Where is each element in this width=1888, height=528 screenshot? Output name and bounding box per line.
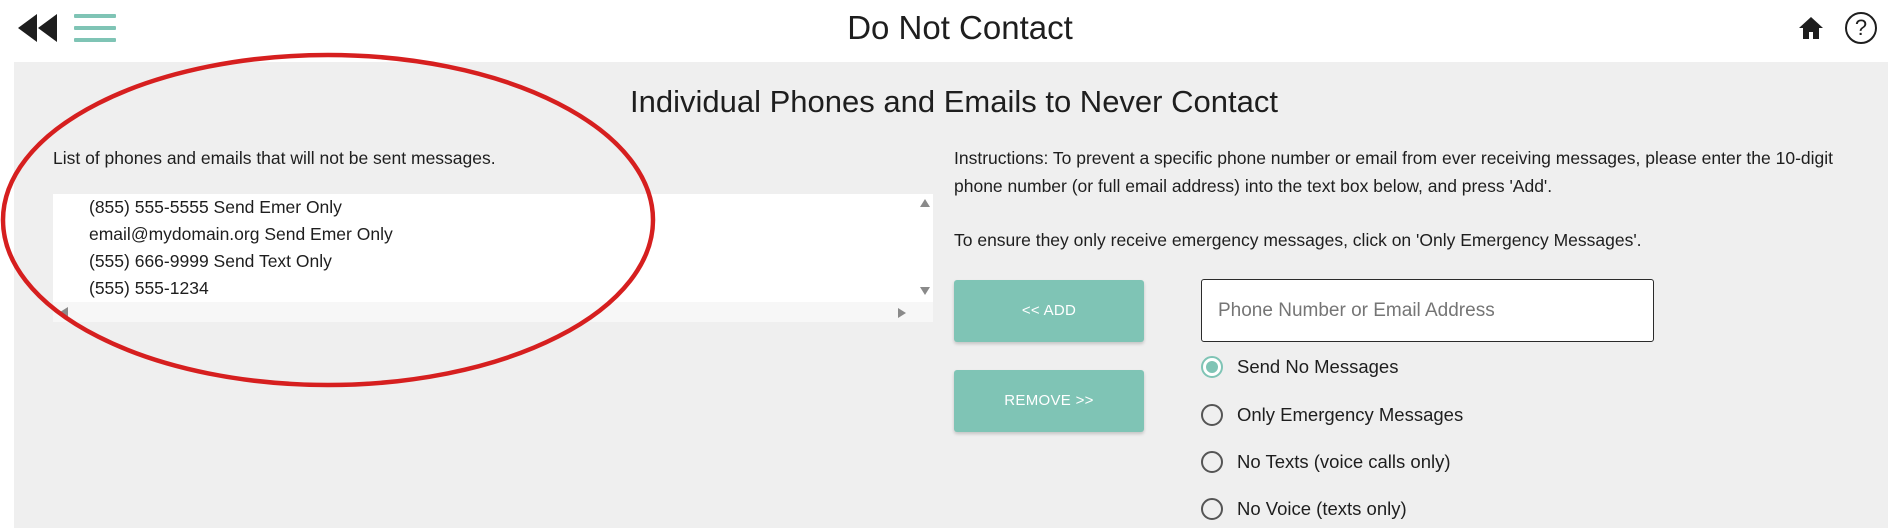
list-item[interactable]: (855) 555-5555 Send Emer Only	[89, 194, 393, 221]
add-button[interactable]: << ADD	[954, 280, 1144, 342]
option-label: Send No Messages	[1237, 356, 1399, 377]
horizontal-scrollbar[interactable]	[53, 302, 933, 322]
radio-button[interactable]	[1201, 498, 1223, 520]
option-label: No Voice (texts only)	[1237, 498, 1407, 519]
remove-button[interactable]: REMOVE >>	[954, 370, 1144, 432]
top-bar: Do Not Contact ?	[0, 0, 1888, 60]
scroll-up-arrow-icon[interactable]	[919, 198, 931, 208]
list-item[interactable]: (555) 666-9999 Send Text Only	[89, 248, 393, 275]
list-item[interactable]: (555) 555-1234	[89, 275, 393, 302]
scroll-down-arrow-icon[interactable]	[919, 286, 931, 296]
home-icon[interactable]	[1798, 16, 1824, 40]
emergency-instructions-text: To ensure they only receive emergency me…	[954, 230, 1642, 250]
radio-button[interactable]	[1201, 451, 1223, 473]
scroll-left-arrow-icon[interactable]	[59, 306, 69, 318]
scroll-right-arrow-icon[interactable]	[897, 307, 907, 319]
main-panel: Individual Phones and Emails to Never Co…	[14, 62, 1888, 528]
help-icon[interactable]: ?	[1845, 12, 1877, 44]
option-label: Only Emergency Messages	[1237, 404, 1464, 425]
section-heading: Individual Phones and Emails to Never Co…	[630, 84, 1278, 119]
radio-button[interactable]	[1201, 356, 1223, 378]
instructions-text: Instructions: To prevent a specific phon…	[954, 148, 1834, 196]
do-not-contact-list[interactable]: (855) 555-5555 Send Emer Only email@mydo…	[53, 194, 933, 322]
page-title: Do Not Contact	[847, 9, 1073, 46]
list-caption: List of phones and emails that will not …	[53, 148, 496, 168]
radio-button[interactable]	[1201, 404, 1223, 426]
list-item[interactable]: email@mydomain.org Send Emer Only	[89, 221, 393, 248]
phone-email-input[interactable]	[1201, 279, 1654, 342]
option-label: No Texts (voice calls only)	[1237, 451, 1451, 472]
